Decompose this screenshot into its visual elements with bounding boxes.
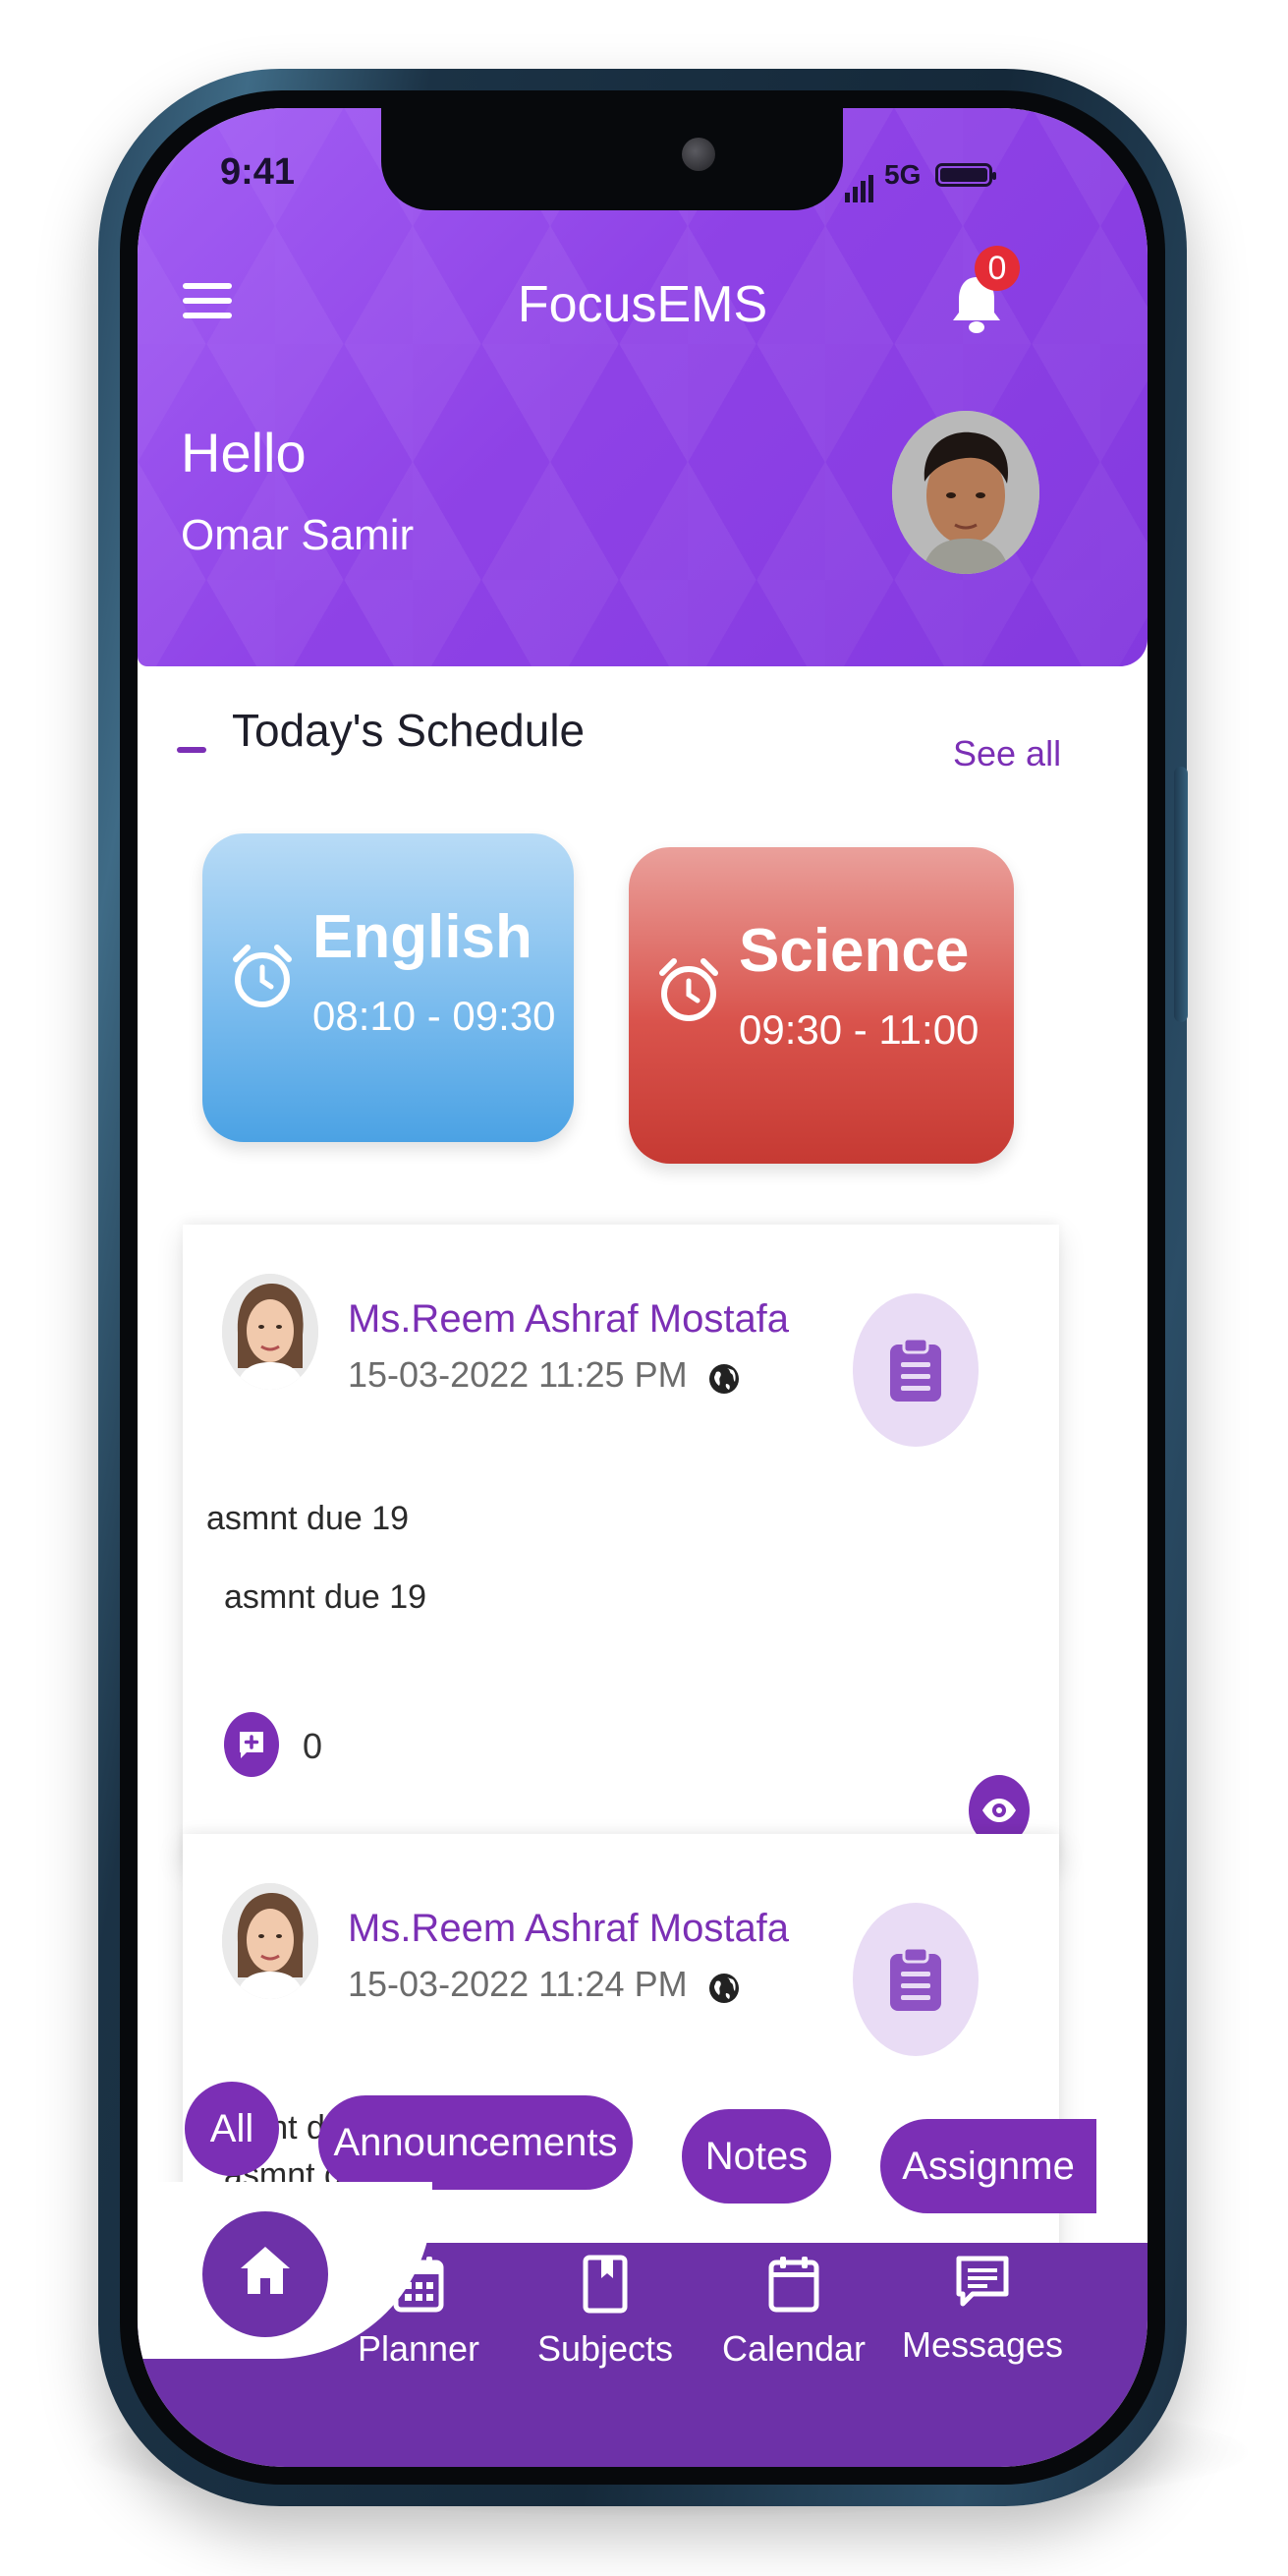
user-name: Omar Samir <box>181 511 415 559</box>
planner-icon <box>393 2257 444 2313</box>
assignment-badge <box>853 1903 979 2056</box>
schedule-subject: Science <box>739 917 970 985</box>
schedule-subject: English <box>312 903 532 971</box>
front-camera <box>682 138 715 171</box>
alarm-clock-icon <box>659 958 718 1021</box>
add-comment-icon <box>240 1732 263 1758</box>
messages-icon <box>956 2256 1009 2307</box>
assignment-badge <box>853 1293 979 1447</box>
alarm-clock-icon <box>233 945 292 1007</box>
schedule-time: 09:30 - 11:00 <box>739 1006 980 1053</box>
post-card[interactable]: Ms.Reem Ashraf Mostafa 15-03-2022 11:25 … <box>183 1225 1059 1861</box>
nav-label: Planner <box>357 2328 480 2369</box>
globe-icon <box>709 1364 739 1394</box>
nav-label: Calendar <box>721 2328 867 2369</box>
home-button[interactable] <box>195 2204 336 2345</box>
post-date: 15-03-2022 11:25 PM <box>348 1354 688 1395</box>
nav-item-calendar[interactable]: Calendar <box>705 2255 882 2370</box>
schedule-time: 08:10 - 09:30 <box>312 993 556 1039</box>
home-icon <box>241 2247 290 2294</box>
user-avatar[interactable] <box>892 411 1039 574</box>
clipboard-icon <box>890 1946 941 2011</box>
notification-badge: 0 <box>975 246 1020 291</box>
battery-icon <box>935 163 996 187</box>
phone-notch <box>381 108 843 210</box>
teacher-avatar <box>222 1274 318 1390</box>
schedule-card-science[interactable]: Science 09:30 - 11:00 <box>629 847 1014 1164</box>
add-comment-button[interactable] <box>224 1712 279 1777</box>
filter-chip-announcements[interactable]: Announcements <box>318 2095 633 2190</box>
nav-label: Subjects <box>536 2328 674 2369</box>
nav-item-planner[interactable]: Planner <box>330 2255 507 2370</box>
network-label: 5G <box>884 159 922 190</box>
app-header: 9:41 5G FocusEMS 0 Hello Omar Samir <box>138 108 1148 666</box>
nav-item-messages[interactable]: Messages <box>894 2255 1071 2366</box>
greeting-text: Hello <box>181 422 307 484</box>
teacher-avatar <box>222 1883 318 1999</box>
status-time: 9:41 <box>220 151 296 193</box>
filter-chip-notes[interactable]: Notes <box>682 2109 831 2204</box>
see-all-link[interactable]: See all <box>953 733 1061 774</box>
nav-label: Messages <box>901 2324 1064 2365</box>
phone-side-button <box>1174 767 1188 1022</box>
globe-icon <box>709 1974 739 2003</box>
post-text: asmnt due 19 <box>206 1500 410 1537</box>
filter-chip-all[interactable]: All <box>185 2082 279 2176</box>
nav-item-subjects[interactable]: Subjects <box>517 2255 694 2370</box>
signal-icon <box>845 175 873 202</box>
comment-count: 0 <box>303 1726 323 1766</box>
app-screen: 9:41 5G FocusEMS 0 Hello Omar Samir Toda… <box>138 108 1148 2467</box>
eye-icon <box>982 1799 1016 1822</box>
schedule-card-english[interactable]: English 08:10 - 09:30 <box>202 833 574 1142</box>
post-author: Ms.Reem Ashraf Mostafa <box>348 1297 790 1341</box>
post-date: 15-03-2022 11:24 PM <box>348 1964 688 2004</box>
post-author: Ms.Reem Ashraf Mostafa <box>348 1907 790 1950</box>
post-text: asmnt due 19 <box>224 1578 427 1616</box>
schedule-title: Today's Schedule <box>232 705 586 756</box>
calendar-icon <box>768 2257 819 2313</box>
section-marker <box>177 747 206 753</box>
subjects-icon <box>583 2255 628 2314</box>
clipboard-icon <box>890 1337 941 1402</box>
filter-chip-assignments[interactable]: Assignme <box>880 2119 1096 2213</box>
